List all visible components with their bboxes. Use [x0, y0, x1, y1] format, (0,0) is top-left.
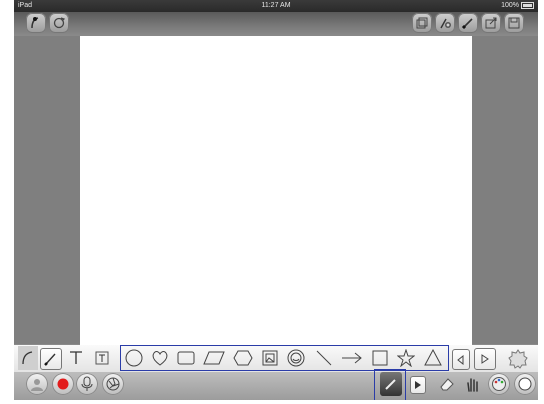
eraser-icon: [440, 378, 454, 391]
add-brush-button[interactable]: [435, 13, 455, 33]
record-button[interactable]: [52, 373, 74, 395]
text-icon: [70, 351, 82, 364]
screen: iPad 11:27 AM 100%: [0, 0, 544, 404]
play-icon: [415, 381, 421, 389]
brush-menu-button[interactable]: [26, 13, 46, 33]
shape-selector: [120, 345, 449, 371]
sticker-shape[interactable]: [286, 348, 306, 368]
next-icon: [481, 354, 489, 364]
profile-button[interactable]: [26, 373, 48, 395]
record-icon: [57, 378, 69, 390]
palette-button[interactable]: [488, 373, 510, 395]
heart-shape[interactable]: [150, 348, 170, 368]
arrow-shape[interactable]: [340, 348, 364, 368]
next-button[interactable]: [474, 348, 496, 370]
square-shape[interactable]: [370, 348, 390, 368]
gear-icon: [508, 349, 528, 369]
drawing-canvas[interactable]: [80, 36, 472, 345]
eraser-button[interactable]: [436, 373, 458, 395]
curve-icon: [22, 351, 33, 365]
battery-indicator: 100%: [501, 0, 534, 12]
brush-menu-icon: [31, 17, 39, 29]
add-brush-icon: [440, 18, 451, 29]
share-icon: [485, 17, 497, 29]
pen-selection-highlight: [374, 369, 406, 400]
circle-tool-icon: [518, 377, 532, 391]
save-button[interactable]: [504, 13, 524, 33]
bottom-toolbar: [14, 372, 538, 400]
rectangle-icon: [177, 351, 195, 365]
text-tool[interactable]: [66, 348, 86, 368]
rectangle-shape[interactable]: [176, 348, 196, 368]
profile-icon: [31, 379, 43, 391]
textbox-icon: [95, 351, 109, 365]
palette-icon: [492, 377, 506, 391]
star-shape[interactable]: [396, 348, 416, 368]
heart-icon: [152, 350, 168, 366]
paint-brush-icon: [461, 18, 473, 30]
star-icon: [397, 349, 415, 367]
clock: 11:27 AM: [261, 2, 291, 9]
reset-button[interactable]: [49, 13, 69, 33]
image-icon: [262, 350, 278, 366]
hexagon-shape[interactable]: [232, 348, 254, 368]
prev-icon: [457, 354, 464, 365]
textbox-tool[interactable]: [92, 348, 112, 368]
circle-icon: [125, 349, 143, 367]
brush-icon: [44, 353, 56, 366]
sticker-icon: [287, 349, 305, 367]
square-icon: [372, 350, 388, 366]
left-margin: [14, 36, 80, 344]
line-icon: [316, 350, 332, 366]
hexagon-icon: [233, 350, 253, 366]
drawing-app: iPad 11:27 AM 100%: [14, 0, 538, 400]
aperture-button[interactable]: [102, 373, 124, 395]
top-toolbar: [14, 12, 538, 36]
hand-icon: [467, 378, 478, 392]
triangle-shape[interactable]: [423, 348, 443, 368]
image-shape[interactable]: [260, 348, 280, 368]
aperture-icon: [106, 377, 120, 391]
triangle-icon: [424, 349, 442, 366]
play-button[interactable]: [410, 376, 426, 394]
share-button[interactable]: [481, 13, 501, 33]
save-icon: [508, 17, 520, 29]
battery-percent: 100%: [501, 2, 519, 9]
prev-button[interactable]: [452, 349, 470, 370]
reset-icon: [53, 17, 66, 29]
arrow-icon: [342, 352, 362, 364]
layers-button[interactable]: [412, 13, 432, 33]
hand-button[interactable]: [462, 373, 484, 395]
right-margin: [472, 36, 538, 344]
tool-tab[interactable]: [18, 346, 38, 370]
brush-tool[interactable]: [40, 348, 62, 370]
parallelogram-icon: [203, 351, 225, 365]
settings-button[interactable]: [506, 347, 530, 371]
parallelogram-shape[interactable]: [202, 348, 226, 368]
line-shape[interactable]: [314, 348, 334, 368]
battery-icon: [521, 1, 534, 9]
status-bar: iPad 11:27 AM 100%: [14, 0, 538, 12]
microphone-icon: [81, 376, 93, 391]
circle-tool-button[interactable]: [514, 373, 536, 395]
paint-brush-button[interactable]: [458, 13, 478, 33]
layers-icon: [416, 17, 428, 29]
circle-shape[interactable]: [124, 348, 144, 368]
microphone-button[interactable]: [76, 373, 98, 395]
